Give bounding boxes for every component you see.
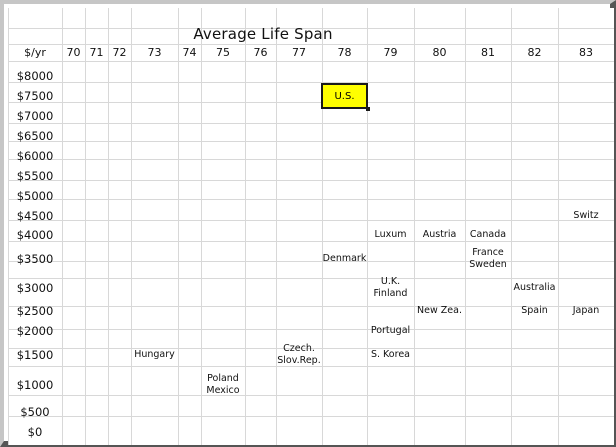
row-label-usd-3000[interactable]: $3000 xyxy=(8,274,62,301)
country-cell[interactable]: Hungary xyxy=(131,341,178,369)
column-header-79[interactable]: 79 xyxy=(367,44,414,61)
row-label-usd-2000[interactable]: $2000 xyxy=(8,321,62,341)
y-axis-header[interactable]: $/yr xyxy=(8,44,62,61)
country-cell[interactable]: Japan xyxy=(558,301,614,321)
country-cell[interactable]: Switz xyxy=(558,206,614,225)
grid-column-line xyxy=(322,8,323,445)
column-header-78[interactable]: 78 xyxy=(322,44,367,61)
row-label-usd-5000[interactable]: $5000 xyxy=(8,186,62,206)
grid-row-line xyxy=(8,141,614,142)
country-cell[interactable]: New Zea. xyxy=(414,301,465,321)
country-cell[interactable]: Spain xyxy=(511,301,558,321)
column-header-72[interactable]: 72 xyxy=(108,44,131,61)
spreadsheet-grid[interactable]: Average Life Span $/yr 70 71 72 73 74 75 76 77 7… xyxy=(8,8,614,445)
column-header-77[interactable]: 77 xyxy=(276,44,322,61)
row-label-usd-5500[interactable]: $5500 xyxy=(8,166,62,186)
country-cell[interactable]: Australia xyxy=(511,274,558,301)
country-cell[interactable]: France Sweden xyxy=(465,244,511,274)
grid-row-line xyxy=(8,395,614,396)
row-label-usd-3500[interactable]: $3500 xyxy=(8,244,62,274)
grid-column-line xyxy=(62,8,63,445)
country-cell[interactable]: Luxum xyxy=(367,225,414,244)
grid-column-line xyxy=(245,8,246,445)
grid-column-line xyxy=(108,8,109,445)
grid-row-line xyxy=(8,241,614,242)
row-label-usd-4500[interactable]: $4500 xyxy=(8,206,62,225)
grid-row-line xyxy=(8,199,614,200)
country-cell[interactable]: Canada xyxy=(465,225,511,244)
country-cell[interactable]: U.K. Finland xyxy=(367,274,414,301)
grid-column-line xyxy=(276,8,277,445)
row-label-usd-8000[interactable]: $8000 xyxy=(8,66,62,86)
row-label-usd-6000[interactable]: $6000 xyxy=(8,146,62,166)
row-label-usd-7000[interactable]: $7000 xyxy=(8,106,62,126)
row-label-usd-2500[interactable]: $2500 xyxy=(8,301,62,321)
grid-row-line xyxy=(8,61,614,62)
column-header-75[interactable]: 75 xyxy=(201,44,245,61)
selected-cell-us[interactable]: U.S. xyxy=(321,83,368,109)
country-cell[interactable]: Austria xyxy=(414,225,465,244)
country-cell[interactable]: Denmark xyxy=(322,244,367,274)
country-cell[interactable]: Czech. Slov.Rep. xyxy=(276,341,322,369)
grid-column-line xyxy=(85,8,86,445)
column-header-81[interactable]: 81 xyxy=(465,44,511,61)
column-header-76[interactable]: 76 xyxy=(245,44,276,61)
grid-row-line xyxy=(8,123,614,124)
grid-row-line xyxy=(8,261,614,262)
column-header-74[interactable]: 74 xyxy=(178,44,201,61)
country-cell[interactable]: Portugal xyxy=(367,321,414,341)
grid-row-line xyxy=(8,82,614,83)
grid-column-line xyxy=(131,8,132,445)
column-header-70[interactable]: 70 xyxy=(62,44,85,61)
grid-row-line xyxy=(8,220,614,221)
fill-handle[interactable] xyxy=(366,107,370,111)
grid-column-line xyxy=(178,8,179,445)
grid-column-line xyxy=(511,8,512,445)
grid-row-line xyxy=(8,159,614,160)
row-label-usd-1000[interactable]: $1000 xyxy=(8,369,62,401)
sheet-title[interactable]: Average Life Span xyxy=(148,23,378,44)
row-label-usd-4000[interactable]: $4000 xyxy=(8,225,62,244)
column-header-82[interactable]: 82 xyxy=(511,44,558,61)
grid-row-line xyxy=(8,416,614,417)
column-header-83[interactable]: 83 xyxy=(558,44,614,61)
country-cell[interactable]: Poland Mexico xyxy=(201,369,245,401)
column-header-73[interactable]: 73 xyxy=(131,44,178,61)
spreadsheet-frame: Average Life Span $/yr 70 71 72 73 74 75 76 77 7… xyxy=(0,0,616,447)
row-label-usd-6500[interactable]: $6500 xyxy=(8,126,62,146)
grid-row-line xyxy=(8,102,614,103)
row-label-usd-1500[interactable]: $1500 xyxy=(8,341,62,369)
country-cell[interactable]: S. Korea xyxy=(367,341,414,369)
grid-column-line xyxy=(558,8,559,445)
grid-row-line xyxy=(8,180,614,181)
row-label-usd-0[interactable]: $0 xyxy=(8,422,62,442)
column-header-80[interactable]: 80 xyxy=(414,44,465,61)
row-label-usd-500[interactable]: $500 xyxy=(8,401,62,422)
row-label-usd-7500[interactable]: $7500 xyxy=(8,86,62,106)
grid-row-line xyxy=(8,329,614,330)
column-header-71[interactable]: 71 xyxy=(85,44,108,61)
